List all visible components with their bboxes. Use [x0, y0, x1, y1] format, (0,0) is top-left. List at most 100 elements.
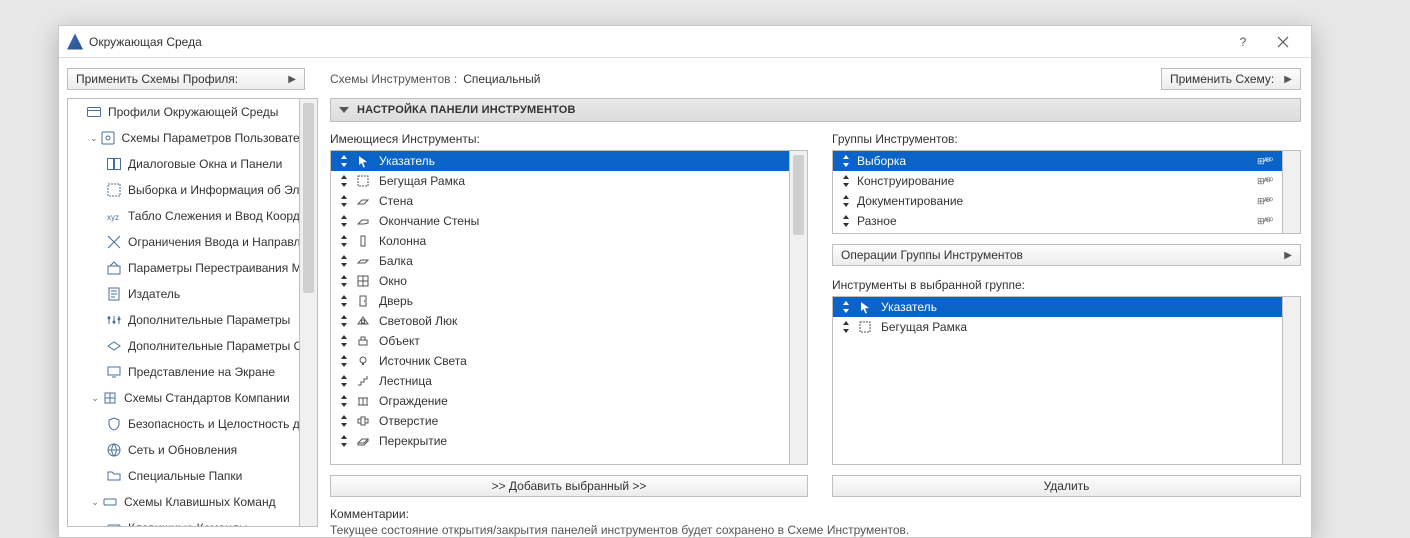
- drag-handle-icon[interactable]: [843, 175, 849, 187]
- ingroup-scrollbar[interactable]: [1283, 296, 1301, 465]
- skylight-icon: [355, 313, 371, 329]
- available-tools-label: Имеющиеся Инструменты:: [330, 132, 808, 146]
- drag-handle-icon[interactable]: [341, 175, 347, 187]
- drag-handle-icon[interactable]: [341, 435, 347, 447]
- tool-slab[interactable]: Перекрытие: [331, 431, 789, 451]
- section-header-toolbox[interactable]: Настройка панели инструментов: [330, 98, 1301, 122]
- ingroup-pointer[interactable]: Указатель: [833, 297, 1282, 317]
- tree-scrollbar[interactable]: [300, 98, 318, 527]
- scroll-thumb[interactable]: [303, 103, 314, 293]
- pointer-icon: [857, 299, 873, 315]
- tree-item-constraints[interactable]: Ограничения Ввода и Направляющие: [68, 229, 299, 255]
- opening-icon: [355, 413, 371, 429]
- tree-item-dialogs[interactable]: Диалоговые Окна и Панели: [68, 151, 299, 177]
- profiles-icon: [86, 104, 102, 120]
- tool-stair[interactable]: Лестница: [331, 371, 789, 391]
- column-icon: [355, 233, 371, 249]
- pointer-icon: [355, 153, 371, 169]
- environment-dialog: Окружающая Среда ? Применить Схемы Профи…: [58, 25, 1312, 538]
- drag-handle-icon[interactable]: [341, 195, 347, 207]
- drag-handle-icon[interactable]: [341, 375, 347, 387]
- groups-list[interactable]: Выборка ⊞ᴬᴮ⁰ Конструирование ⊞ᴬᴮ⁰ Докуме…: [832, 150, 1283, 234]
- publisher-icon: [106, 286, 122, 302]
- group-selection[interactable]: Выборка ⊞ᴬᴮ⁰: [833, 151, 1282, 171]
- comments-body: Текущее состояние открытия/закрытия пане…: [330, 523, 1301, 537]
- group-tag-icon: ⊞ᴬᴮ⁰: [1257, 176, 1272, 187]
- drag-handle-icon[interactable]: [341, 155, 347, 167]
- tool-wall[interactable]: Стена: [331, 191, 789, 211]
- tree-item-commands[interactable]: Клавишные Команды: [68, 515, 299, 527]
- tree-item-security[interactable]: Безопасность и Целостность данных: [68, 411, 299, 437]
- drag-handle-icon[interactable]: [843, 321, 849, 333]
- tool-skylight[interactable]: Световой Люк: [331, 311, 789, 331]
- ingroup-marquee[interactable]: Бегущая Рамка: [833, 317, 1282, 337]
- tree-root-profiles[interactable]: Профили Окружающей Среды: [68, 99, 299, 125]
- apply-profile-schemes-button[interactable]: Применить Схемы Профиля: ▶: [67, 68, 305, 90]
- tool-pointer[interactable]: Указатель: [331, 151, 789, 171]
- tool-object[interactable]: Объект: [331, 331, 789, 351]
- drag-handle-icon[interactable]: [341, 275, 347, 287]
- tool-column[interactable]: Колонна: [331, 231, 789, 251]
- add-selected-button[interactable]: >> Добавить выбранный >>: [330, 475, 808, 497]
- tool-opening[interactable]: Отверстие: [331, 411, 789, 431]
- tree-item-extra-params[interactable]: Дополнительные Параметры: [68, 307, 299, 333]
- rebuild-icon: [106, 260, 122, 276]
- close-button[interactable]: [1263, 28, 1303, 56]
- tree-item-folders[interactable]: Специальные Папки: [68, 463, 299, 489]
- group-operations-button[interactable]: Операции Группы Инструментов ▶: [832, 244, 1301, 266]
- tree-item-publisher[interactable]: Издатель: [68, 281, 299, 307]
- tool-marquee[interactable]: Бегущая Рамка: [331, 171, 789, 191]
- drag-handle-icon[interactable]: [341, 335, 347, 347]
- drag-handle-icon[interactable]: [341, 315, 347, 327]
- available-tools-list[interactable]: Указатель Бегущая Рамка Стена: [330, 150, 790, 465]
- tool-railing[interactable]: Ограждение: [331, 391, 789, 411]
- svg-text:xyz: xyz: [107, 213, 119, 222]
- tools-scrollbar[interactable]: [790, 150, 808, 465]
- apply-scheme-button[interactable]: Применить Схему: ▶: [1161, 68, 1301, 90]
- drag-handle-icon[interactable]: [843, 215, 849, 227]
- profiles-tree[interactable]: Профили Окружающей Среды ⌄ Схемы Парамет…: [67, 98, 300, 527]
- tree-group-company[interactable]: ⌄ Схемы Стандартов Компании: [68, 385, 299, 411]
- schemes-icon: [100, 130, 116, 146]
- drag-handle-icon[interactable]: [341, 295, 347, 307]
- company-icon: [102, 390, 118, 406]
- tool-door[interactable]: Дверь: [331, 291, 789, 311]
- drag-handle-icon[interactable]: [843, 195, 849, 207]
- help-button[interactable]: ?: [1223, 28, 1263, 56]
- ingroup-label: Инструменты в выбранной группе:: [832, 278, 1301, 292]
- tree-item-extra-params-o[interactable]: Дополнительные Параметры Объекта: [68, 333, 299, 359]
- scroll-thumb[interactable]: [793, 155, 804, 235]
- tool-wallend[interactable]: Окончание Стены: [331, 211, 789, 231]
- drag-handle-icon[interactable]: [341, 215, 347, 227]
- ingroup-list[interactable]: Указатель Бегущая Рамка: [832, 296, 1283, 465]
- group-tag-icon: ⊞ᴬᴮ⁰: [1257, 196, 1272, 207]
- tree-item-tracker[interactable]: xyz Табло Слежения и Ввод Координат: [68, 203, 299, 229]
- group-construct[interactable]: Конструирование ⊞ᴬᴮ⁰: [833, 171, 1282, 191]
- tree-item-onscreen[interactable]: Представление на Экране: [68, 359, 299, 385]
- tree-group-user[interactable]: ⌄ Схемы Параметров Пользователя: [68, 125, 299, 151]
- tool-window[interactable]: Окно: [331, 271, 789, 291]
- drag-handle-icon[interactable]: [341, 395, 347, 407]
- groups-scrollbar[interactable]: [1283, 150, 1301, 234]
- comments-block: Комментарии: Текущее состояние открытия/…: [330, 507, 1301, 537]
- drag-handle-icon[interactable]: [843, 155, 849, 167]
- drag-handle-icon[interactable]: [341, 415, 347, 427]
- group-document[interactable]: Документирование ⊞ᴬᴮ⁰: [833, 191, 1282, 211]
- tree-item-network[interactable]: Сеть и Обновления: [68, 437, 299, 463]
- drag-handle-icon[interactable]: [341, 235, 347, 247]
- tree-item-selection[interactable]: Выборка и Информация об Элементах: [68, 177, 299, 203]
- tree-group-shortcuts[interactable]: ⌄ Схемы Клавишных Команд: [68, 489, 299, 515]
- tool-beam[interactable]: Балка: [331, 251, 789, 271]
- tool-schemes-label: Схемы Инструментов :: [330, 72, 457, 86]
- comments-label: Комментарии:: [330, 507, 1301, 521]
- drag-handle-icon[interactable]: [843, 301, 849, 313]
- drag-handle-icon[interactable]: [341, 255, 347, 267]
- wall-icon: [355, 193, 371, 209]
- delete-button[interactable]: Удалить: [832, 475, 1301, 497]
- tool-light[interactable]: Источник Света: [331, 351, 789, 371]
- selection-icon: [106, 182, 122, 198]
- left-column: Применить Схемы Профиля: ▶ Профили Окруж…: [59, 58, 320, 537]
- drag-handle-icon[interactable]: [341, 355, 347, 367]
- group-misc[interactable]: Разное ⊞ᴬᴮ⁰: [833, 211, 1282, 231]
- tree-item-rebuild[interactable]: Параметры Перестраивания Модели: [68, 255, 299, 281]
